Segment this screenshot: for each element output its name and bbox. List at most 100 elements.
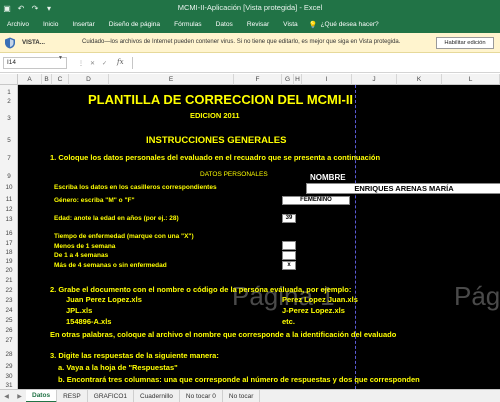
sheet-tab-cuadernillo[interactable]: Cuadernillo bbox=[134, 389, 180, 402]
tab-formulas[interactable]: Fórmulas bbox=[167, 16, 208, 33]
mas-4-semanas-cell[interactable]: x bbox=[282, 261, 296, 270]
datos-personales-label: DATOS PERSONALES bbox=[200, 171, 268, 178]
tab-vista[interactable]: Vista bbox=[276, 16, 305, 33]
example-filename: Juan Perez Lopez.xls bbox=[66, 295, 142, 304]
sheet-tab-no-tocar[interactable]: No tocar bbox=[223, 389, 261, 402]
row-header[interactable]: 29 bbox=[0, 363, 18, 370]
de-1-a-4-semanas-cell[interactable] bbox=[282, 251, 296, 260]
select-all-corner[interactable] bbox=[0, 74, 18, 85]
tab-insertar[interactable]: Insertar bbox=[65, 16, 101, 33]
sheet-tab-datos[interactable]: Datos bbox=[26, 389, 58, 402]
column-header-h[interactable]: H bbox=[294, 74, 302, 85]
sheet-title: PLANTILLA DE CORRECCION DEL MCMI-II bbox=[88, 92, 354, 107]
step-2-text: 2. Grabe el documento con el nombre o có… bbox=[50, 285, 352, 294]
ribbon-tabs: Archivo Inicio Insertar Diseño de página… bbox=[0, 16, 500, 33]
step-1-text: 1. Coloque los datos personales del eval… bbox=[50, 153, 381, 162]
worksheet-grid[interactable]: Página 1 Pág PLANTILLA DE CORRECCION DEL… bbox=[18, 85, 500, 389]
column-header-b[interactable]: B bbox=[42, 74, 52, 85]
genero-label: Género: escriba "M" o "F" bbox=[54, 197, 135, 204]
row-header[interactable]: 9 bbox=[0, 173, 18, 180]
protected-view-message: Cuidado—los archivos de Internet pueden … bbox=[82, 39, 401, 45]
row-header[interactable]: 5 bbox=[0, 137, 18, 144]
step-3-text: 3. Digite las respuestas de la siguiente… bbox=[50, 351, 219, 360]
row-header[interactable]: 19 bbox=[0, 258, 18, 265]
column-header-k[interactable]: K bbox=[397, 74, 442, 85]
protected-view-label: VISTA... bbox=[22, 39, 45, 46]
cancel-icon[interactable]: ✕ bbox=[90, 60, 95, 67]
tab-datos[interactable]: Datos bbox=[209, 16, 240, 33]
enable-editing-button[interactable]: Habilitar edición bbox=[436, 37, 494, 49]
row-header[interactable]: 10 bbox=[0, 184, 18, 191]
tab-diseno-de-pagina[interactable]: Diseño de página bbox=[102, 16, 167, 33]
de-1-a-4-semanas-label: De 1 a 4 semanas bbox=[54, 252, 109, 259]
row-header[interactable]: 18 bbox=[0, 249, 18, 256]
redo-icon[interactable]: ↷ bbox=[28, 0, 42, 16]
scroll-tabs-right-icon[interactable]: ▶ bbox=[13, 393, 26, 400]
title-bar: ▣ ↶ ↷ ▾ MCMI-II-Aplicación [Vista proteg… bbox=[0, 0, 500, 16]
column-header-f[interactable]: F bbox=[234, 74, 282, 85]
instructions-heading: INSTRUCCIONES GENERALES bbox=[146, 135, 287, 146]
example-filename: J-Perez Lopez.xls bbox=[282, 306, 345, 315]
row-header[interactable]: 20 bbox=[0, 267, 18, 274]
tab-archivo[interactable]: Archivo bbox=[0, 16, 36, 33]
column-header-e[interactable]: E bbox=[109, 74, 234, 85]
row-header[interactable]: 31 bbox=[0, 382, 18, 389]
column-header-a[interactable]: A bbox=[18, 74, 42, 85]
row-header[interactable]: 16 bbox=[0, 230, 18, 237]
sheet-tab-resp[interactable]: RESP bbox=[57, 389, 88, 402]
nombre-cell[interactable]: ENRIQUES ARENAS MARÍA bbox=[306, 183, 500, 194]
row-header[interactable]: 17 bbox=[0, 240, 18, 247]
example-filename: etc. bbox=[282, 317, 295, 326]
formula-bar-dots-icon: ⋮ bbox=[78, 61, 84, 67]
menos-1-semana-cell[interactable] bbox=[282, 241, 296, 250]
row-header[interactable]: 3 bbox=[0, 115, 18, 122]
page-watermark: Pág bbox=[454, 281, 500, 311]
row-header[interactable]: 30 bbox=[0, 373, 18, 380]
protected-view-bar: VISTA... Cuidado—los archivos de Interne… bbox=[0, 33, 500, 53]
column-header-g[interactable]: G bbox=[282, 74, 294, 85]
row-header[interactable]: 28 bbox=[0, 351, 18, 358]
row-header[interactable]: 25 bbox=[0, 317, 18, 324]
column-header-i[interactable]: I bbox=[302, 74, 352, 85]
row-header[interactable]: 22 bbox=[0, 287, 18, 294]
window-title: MCMI-II-Aplicación [Vista protegida] - E… bbox=[177, 3, 323, 12]
edad-label: Edad: anote la edad en años (por ej.: 28… bbox=[54, 215, 179, 222]
row-header[interactable]: 24 bbox=[0, 307, 18, 314]
row-header[interactable]: 26 bbox=[0, 327, 18, 334]
example-filename: 154896-A.xls bbox=[66, 317, 112, 326]
sheet-tab-no-tocar-0[interactable]: No tocar 0 bbox=[180, 389, 223, 402]
row-header[interactable]: 7 bbox=[0, 155, 18, 162]
genero-cell[interactable]: FEMENINO bbox=[282, 196, 350, 205]
row-header[interactable]: 21 bbox=[0, 277, 18, 284]
tab-revisar[interactable]: Revisar bbox=[240, 16, 276, 33]
enter-icon[interactable]: ✓ bbox=[102, 60, 107, 67]
row-header[interactable]: 23 bbox=[0, 297, 18, 304]
row-header[interactable]: 2 bbox=[0, 98, 18, 105]
tell-me-box[interactable]: 💡 ¿Qué desea hacer? bbox=[305, 21, 379, 29]
sheet-tab-grafico1[interactable]: GRAFICO1 bbox=[88, 389, 134, 402]
row-headers: 1 2 3 5 7 9 10 11 12 13 16 17 18 19 20 2… bbox=[0, 85, 18, 389]
row-header[interactable]: 13 bbox=[0, 216, 18, 223]
edad-cell[interactable]: 39 bbox=[282, 214, 296, 223]
formula-input[interactable] bbox=[132, 57, 496, 69]
column-header-c[interactable]: C bbox=[52, 74, 69, 85]
row-header[interactable]: 1 bbox=[0, 89, 18, 96]
nombre-header: NOMBRE bbox=[310, 173, 346, 182]
menos-1-semana-label: Menos de 1 semana bbox=[54, 243, 116, 250]
insert-function-icon[interactable]: fx bbox=[117, 58, 124, 66]
scroll-tabs-left-icon[interactable]: ◀ bbox=[0, 393, 13, 400]
example-filename: JPL.xls bbox=[66, 306, 93, 315]
sheet-tabs-bar: ◀ ▶ Datos RESP GRAFICO1 Cuadernillo No t… bbox=[0, 389, 500, 402]
row-header[interactable]: 11 bbox=[0, 196, 18, 203]
page-break-line bbox=[355, 85, 356, 389]
name-box-dropdown-icon[interactable]: ▼ bbox=[58, 55, 63, 61]
column-header-l[interactable]: L bbox=[442, 74, 500, 85]
undo-icon[interactable]: ↶ bbox=[14, 0, 28, 16]
customize-icon[interactable]: ▾ bbox=[42, 0, 56, 16]
row-header[interactable]: 12 bbox=[0, 206, 18, 213]
tab-inicio[interactable]: Inicio bbox=[36, 16, 65, 33]
column-header-j[interactable]: J bbox=[352, 74, 397, 85]
save-icon[interactable]: ▣ bbox=[0, 0, 14, 16]
row-header[interactable]: 27 bbox=[0, 337, 18, 344]
column-header-d[interactable]: D bbox=[69, 74, 109, 85]
